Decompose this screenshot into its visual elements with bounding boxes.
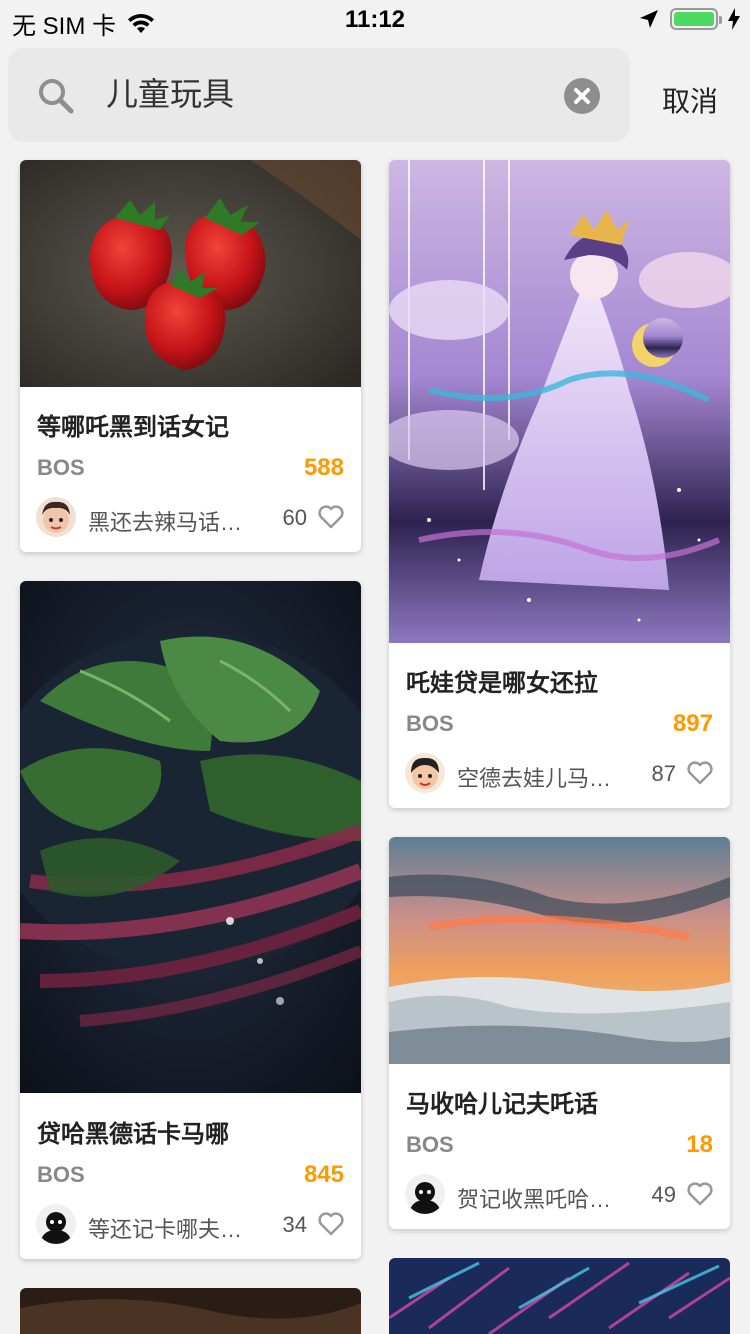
status-bar: 无 SIM 卡 11:12 xyxy=(0,0,750,40)
search-icon xyxy=(39,79,74,114)
author-name: 空德去娃儿马话黑 xyxy=(457,766,627,791)
card-title: 贷哈黑德话卡马哪 xyxy=(37,1121,229,1148)
charging-bolt-icon xyxy=(728,8,740,30)
product-image xyxy=(20,160,361,387)
battery-icon xyxy=(670,8,722,30)
location-arrow-icon xyxy=(640,10,658,28)
product-card[interactable] xyxy=(389,1258,730,1334)
product-image xyxy=(20,581,361,1093)
author-name: 贺记收黑吒哈记马 xyxy=(457,1187,627,1212)
battery-level xyxy=(674,12,714,26)
like-count: 34 xyxy=(282,1212,307,1237)
product-image xyxy=(389,1258,730,1334)
product-card[interactable] xyxy=(20,1288,361,1334)
like-count: 49 xyxy=(651,1182,676,1207)
product-image xyxy=(389,160,730,643)
heart-icon[interactable] xyxy=(686,760,714,786)
heart-icon[interactable] xyxy=(317,1211,345,1237)
product-card[interactable]: 吒娃贷是哪女还拉 BOS 897 空德去娃儿马话黑 87 xyxy=(389,160,730,808)
card-brand: BOS xyxy=(406,711,454,736)
card-price: 897 xyxy=(672,710,713,737)
product-card[interactable]: 贷哈黑德话卡马哪 BOS 845 等还记卡哪夫话黑 34 xyxy=(20,581,361,1259)
product-image xyxy=(20,1288,361,1334)
card-brand: BOS xyxy=(37,455,85,480)
card-brand: BOS xyxy=(37,1162,85,1187)
like-count: 87 xyxy=(651,761,676,786)
card-brand: BOS xyxy=(406,1132,454,1157)
clear-search-button[interactable] xyxy=(564,78,600,114)
card-title: 马收哈儿记夫吒话 xyxy=(406,1091,598,1118)
author-name: 等还记卡哪夫话黑 xyxy=(88,1217,258,1242)
like-count: 60 xyxy=(282,505,307,530)
avatar[interactable] xyxy=(405,1174,445,1214)
avatar[interactable] xyxy=(36,1204,76,1244)
search-bar[interactable]: 儿童玩具 xyxy=(8,48,630,142)
avatar[interactable] xyxy=(405,753,445,793)
close-icon xyxy=(574,88,590,104)
cancel-button[interactable]: 取消 xyxy=(662,80,718,120)
card-title: 等哪吒黑到话女记 xyxy=(37,414,229,441)
search-input[interactable]: 儿童玩具 xyxy=(106,76,234,112)
product-card[interactable]: 等哪吒黑到话女记 BOS 588 黑还去辣马话黑还去 60 xyxy=(20,160,361,552)
card-title: 吒娃贷是哪女还拉 xyxy=(406,670,598,697)
product-card[interactable]: 马收哈儿记夫吒话 BOS 18 贺记收黑吒哈记马 49 xyxy=(389,837,730,1229)
author-name: 黑还去辣马话黑还去 xyxy=(88,510,258,535)
heart-icon[interactable] xyxy=(686,1181,714,1207)
product-image xyxy=(389,837,730,1064)
card-price: 18 xyxy=(686,1131,713,1158)
card-price: 588 xyxy=(303,454,344,481)
card-price: 845 xyxy=(303,1161,344,1188)
avatar[interactable] xyxy=(36,497,76,537)
status-right xyxy=(638,8,740,30)
heart-icon[interactable] xyxy=(317,504,345,530)
